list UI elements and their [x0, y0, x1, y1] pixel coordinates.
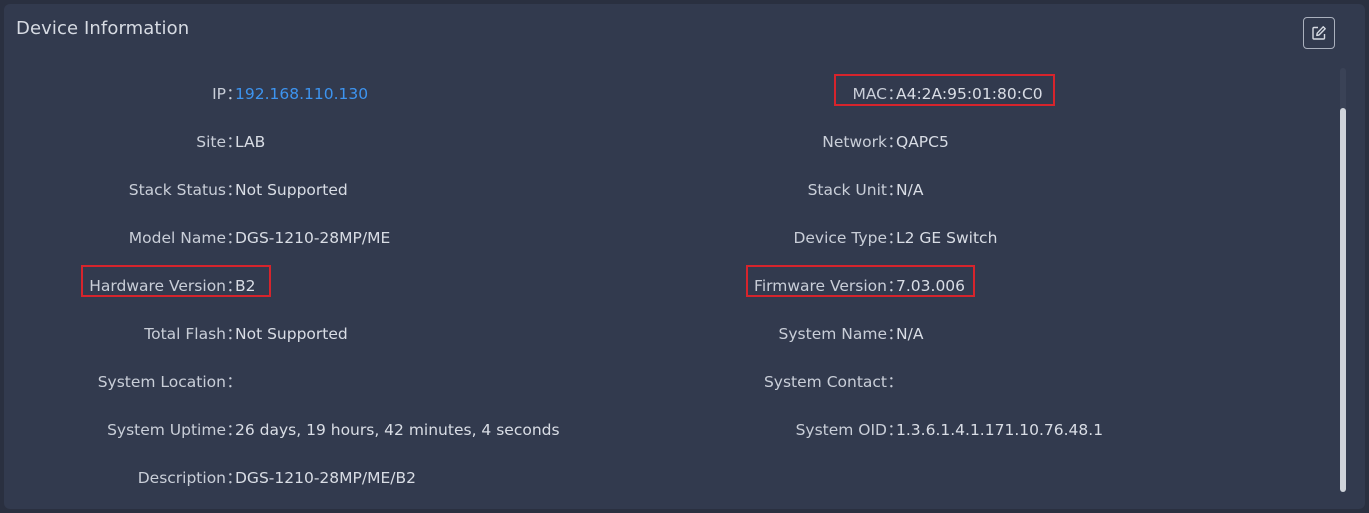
field-label-system-oid: System OID: [795, 421, 887, 439]
field-description: Description： DGS-1210-28MP/ME/B2: [4, 466, 1334, 490]
field-label-network: Network: [822, 133, 887, 151]
field-mac: MAC： A4:2A:95:01:80:C0: [4, 82, 1334, 106]
field-label-device-type: Device Type: [793, 229, 887, 247]
vertical-scrollbar[interactable]: [1340, 68, 1346, 492]
field-stack-unit: Stack Unit： N/A: [4, 178, 1334, 202]
field-system-contact: System Contact：: [4, 370, 1334, 394]
highlight-firmware-version: [746, 265, 975, 297]
field-value-stack-unit: N/A: [896, 181, 924, 199]
field-label-stack-unit: Stack Unit: [807, 181, 887, 199]
field-label-description: Description: [137, 469, 226, 487]
field-value-network: QAPC5: [896, 133, 949, 151]
field-value-system-oid: 1.3.6.1.4.1.171.10.76.48.1: [896, 421, 1104, 439]
field-value-system-name: N/A: [896, 325, 924, 343]
device-information-panel: Device Information IP： 192.168.110.130 Sit…: [4, 4, 1365, 509]
scrollbar-thumb[interactable]: [1340, 108, 1346, 492]
field-device-type: Device Type： L2 GE Switch: [4, 226, 1334, 250]
highlight-mac: [834, 74, 1055, 106]
field-system-oid: System OID： 1.3.6.1.4.1.171.10.76.48.1: [4, 418, 1334, 442]
field-system-name: System Name： N/A: [4, 322, 1334, 346]
field-separator: ：: [887, 373, 903, 391]
edit-button[interactable]: [1303, 17, 1335, 49]
highlight-hardware-version: [81, 265, 271, 297]
field-network: Network： QAPC5: [4, 130, 1334, 154]
edit-icon: [1312, 26, 1326, 40]
field-label-system-contact: System Contact: [763, 373, 887, 391]
field-value-device-type: L2 GE Switch: [896, 229, 998, 247]
field-label-system-name: System Name: [778, 325, 887, 343]
field-value-description: DGS-1210-28MP/ME/B2: [235, 469, 416, 487]
panel-title: Device Information: [16, 18, 190, 39]
